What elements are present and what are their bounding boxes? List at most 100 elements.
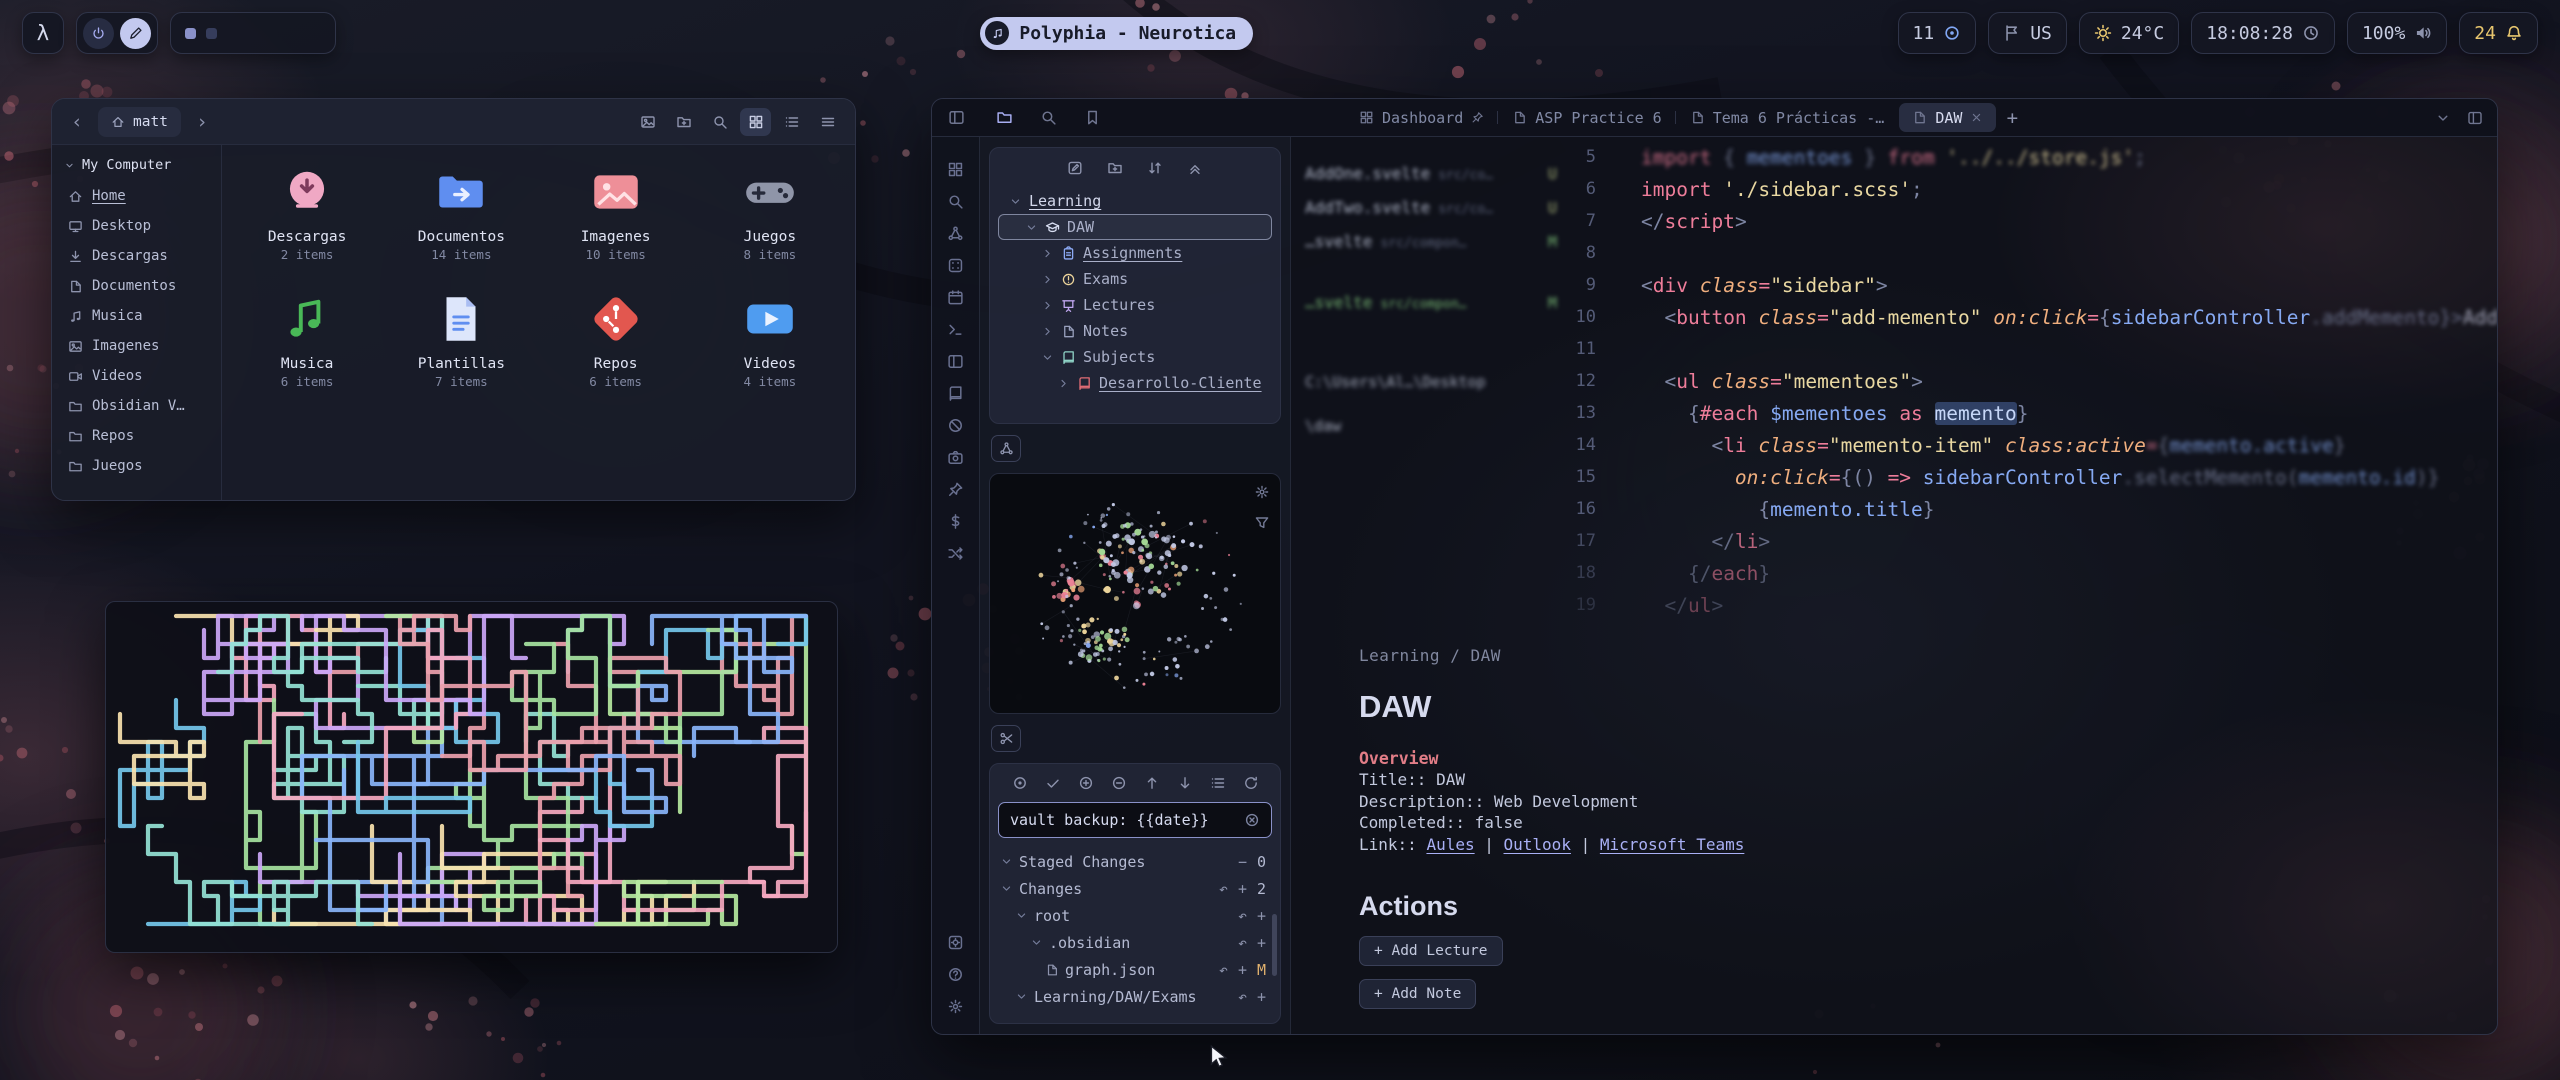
git-row-staged-changes[interactable]: Staged Changes−0 [998, 848, 1272, 875]
volume-pill[interactable]: 100% [2347, 12, 2447, 54]
commit-message-input[interactable]: vault backup: {{date}} [998, 802, 1272, 838]
vault-grid-icon[interactable] [940, 153, 972, 185]
help-icon[interactable] [940, 958, 972, 990]
keyboard-layout-pill[interactable]: US [1988, 12, 2067, 54]
pull-icon[interactable] [1177, 775, 1193, 791]
view-grid-icon[interactable] [740, 108, 771, 136]
notes-button[interactable] [120, 18, 151, 49]
power-button[interactable] [83, 18, 114, 49]
search-tab-icon[interactable] [1040, 109, 1057, 126]
forward-button[interactable]: › [189, 108, 215, 136]
unstage-all-icon[interactable] [1111, 775, 1127, 791]
clock-pill[interactable]: 18:08:28 [2191, 12, 2335, 54]
undo-action-icon[interactable]: ↶ [1238, 988, 1247, 1006]
undo-action-icon[interactable]: ↶ [1238, 907, 1247, 925]
sidebar-item-musica[interactable]: Musica [60, 301, 213, 331]
folder-videos[interactable]: Videos4 items [693, 290, 847, 389]
action-button-add-lecture[interactable]: + Add Lecture [1359, 936, 1503, 966]
sidebar-item-home[interactable]: Home [60, 181, 213, 211]
folder-repos[interactable]: Repos6 items [539, 290, 693, 389]
workspaces-pill[interactable] [170, 12, 336, 54]
action-button-add-note[interactable]: + Add Note [1359, 979, 1476, 1009]
sidebar-item-desktop[interactable]: Desktop [60, 211, 213, 241]
refresh-icon[interactable] [1243, 775, 1259, 791]
clear-icon[interactable] [1244, 812, 1260, 828]
plus-action-icon[interactable]: + [1238, 880, 1247, 898]
workspace-marker[interactable] [185, 28, 196, 39]
graph-collapse-icon[interactable] [991, 435, 1021, 462]
weather-pill[interactable]: 24°C [2079, 12, 2179, 54]
plus-action-icon[interactable]: + [1257, 988, 1266, 1006]
search-icon[interactable] [940, 185, 972, 217]
launcher-button[interactable]: λ [22, 12, 64, 54]
commit-icon[interactable] [1012, 775, 1028, 791]
menu-icon[interactable] [812, 108, 843, 136]
scrollbar[interactable] [1272, 914, 1277, 976]
updates-pill[interactable]: 11 [1898, 12, 1977, 54]
sidebar-toggle-icon[interactable] [948, 109, 965, 126]
minus-action-icon[interactable]: − [1238, 853, 1247, 871]
link-outlook[interactable]: Outlook [1504, 835, 1571, 854]
push-icon[interactable] [1144, 775, 1160, 791]
files-tab-icon[interactable] [996, 109, 1013, 126]
folder-musica[interactable]: Musica6 items [230, 290, 384, 389]
plus-action-icon[interactable]: + [1257, 907, 1266, 925]
settings-icon[interactable] [940, 990, 972, 1022]
currency-icon[interactable] [940, 505, 972, 537]
link-aules[interactable]: Aules [1426, 835, 1474, 854]
unlink-icon[interactable] [940, 409, 972, 441]
sidebar-item-imagenes[interactable]: Imagenes [60, 331, 213, 361]
code-editor[interactable]: 5import { mementoes } from '../../store.… [1291, 137, 2497, 621]
back-button[interactable]: ‹ [64, 108, 90, 136]
book-icon[interactable] [940, 377, 972, 409]
sidebar-item-descargas[interactable]: Descargas [60, 241, 213, 271]
graph-settings-icon[interactable] [1254, 484, 1270, 500]
daily-note-icon[interactable] [940, 281, 972, 313]
vault-switch-icon[interactable] [940, 926, 972, 958]
sidebar-header[interactable]: My Computer [60, 153, 213, 181]
tree-item-desarrollo-cliente[interactable]: Desarrollo-Cliente [998, 370, 1272, 396]
new-folder-icon[interactable] [1107, 160, 1123, 176]
sidebar-item-documentos[interactable]: Documentos [60, 271, 213, 301]
note-breadcrumb[interactable]: Learning / DAW [1359, 646, 2497, 665]
link-microsoft-teams[interactable]: Microsoft Teams [1600, 835, 1745, 854]
tab-list-icon[interactable] [2435, 110, 2451, 126]
tree-item-notes[interactable]: Notes [998, 318, 1272, 344]
terminal-icon[interactable] [940, 313, 972, 345]
sort-icon[interactable] [1147, 160, 1163, 176]
folder-imagenes[interactable]: Imagenes10 items [539, 163, 693, 262]
git-row-root[interactable]: root↶+ [998, 902, 1272, 929]
tab-dashboard[interactable]: Dashboard [1346, 103, 1497, 132]
tree-item-assignments[interactable]: Assignments [998, 240, 1272, 266]
folder-documentos[interactable]: Documentos14 items [384, 163, 538, 262]
close-icon[interactable] [1970, 111, 1983, 124]
canvas-icon[interactable] [940, 345, 972, 377]
tree-item-learning[interactable]: Learning [998, 188, 1272, 214]
sidebar-item-obsidian-v[interactable]: Obsidian V… [60, 391, 213, 421]
git-row-learning-daw-exams[interactable]: Learning/DAW/Exams↶+ [998, 983, 1272, 1010]
tree-item-exams[interactable]: Exams [998, 266, 1272, 292]
undo-action-icon[interactable]: ↶ [1238, 934, 1247, 952]
git-row-obsidian[interactable]: .obsidian↶+ [998, 929, 1272, 956]
sidebar-item-juegos[interactable]: Juegos [60, 451, 213, 481]
folder-plantillas[interactable]: Plantillas7 items [384, 290, 538, 389]
check-icon[interactable] [1045, 775, 1061, 791]
sidebar-item-repos[interactable]: Repos [60, 421, 213, 451]
tab-daw[interactable]: DAW [1899, 103, 1996, 132]
git-row-changes[interactable]: Changes↶+2 [998, 875, 1272, 902]
git-row-graph-json[interactable]: graph.json↶+M [998, 956, 1272, 983]
graph-view[interactable] [989, 473, 1281, 714]
new-tab-button[interactable]: + [1998, 104, 2026, 132]
changes-list-icon[interactable] [1210, 775, 1226, 791]
split-icon[interactable] [2467, 110, 2483, 126]
breadcrumb[interactable]: matt [98, 107, 181, 137]
pin-icon[interactable] [940, 473, 972, 505]
notifications-pill[interactable]: 24 [2459, 12, 2538, 54]
shuffle-icon[interactable] [940, 537, 972, 569]
folder-juegos[interactable]: Juegos8 items [693, 163, 847, 262]
sidebar-item-videos[interactable]: Videos [60, 361, 213, 391]
preview-icon[interactable] [632, 108, 663, 136]
plus-action-icon[interactable]: + [1257, 934, 1266, 952]
graph-filter-icon[interactable] [1254, 515, 1270, 531]
undo-action-icon[interactable]: ↶ [1219, 880, 1228, 898]
